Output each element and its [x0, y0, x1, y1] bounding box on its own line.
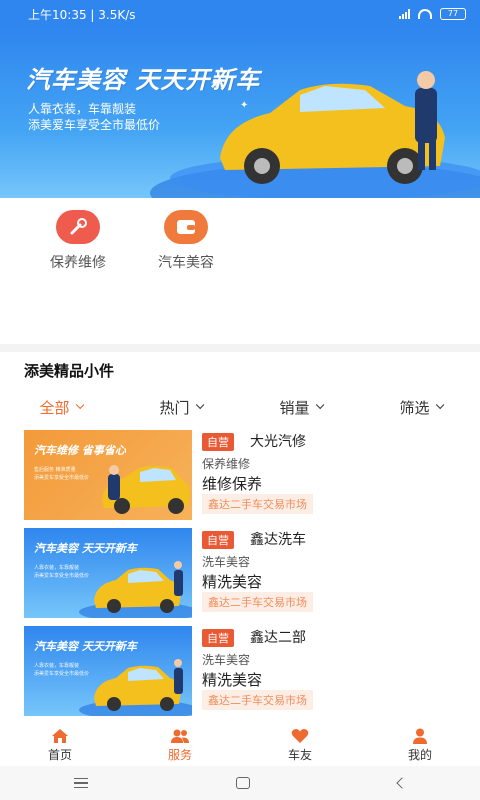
service-label: 汽车美容	[158, 255, 214, 271]
filter-screen[interactable]: 筛选	[360, 396, 480, 418]
self-operated-badge: 自营	[202, 433, 234, 451]
item-info: 自营 大光汽修 保养维修 维修保养 鑫达二手车交易市场	[202, 430, 462, 520]
users-icon	[171, 729, 189, 743]
item-category: 洗车美容	[202, 653, 251, 667]
banner-subtitle-1: 人靠衣装，车靠靓装	[28, 102, 137, 116]
menu-icon[interactable]	[74, 777, 88, 789]
service-shortcuts: 保养维修 汽车美容	[0, 198, 480, 344]
item-thumbnail: 汽车维修 省事省心 售后服务 精准质量 添美爱车享受全市最低价	[24, 430, 192, 520]
thumb-subtitle: 添美爱车享受全市最低价	[34, 475, 90, 481]
list-item[interactable]: 汽车美容 天天开新车 人靠衣装，车靠靓装 添美爱车享受全市最低价 自营 鑫达二部…	[24, 626, 464, 716]
chevron-down-icon	[435, 400, 444, 410]
service-name: 维修保养	[202, 475, 263, 493]
chevron-down-icon	[315, 400, 324, 410]
tab-home[interactable]: 首页	[0, 722, 120, 766]
person-icon	[413, 728, 427, 744]
shop-name: 大光汽修	[250, 434, 306, 450]
filter-hot[interactable]: 热门	[120, 396, 240, 418]
status-icons: 77	[399, 8, 466, 20]
status-time: 上午10:35 | 3.5K/s	[28, 7, 136, 22]
tab-mine[interactable]: 我的	[360, 722, 480, 766]
shop-name: 鑫达洗车	[250, 532, 306, 548]
address-badge: 鑫达二手车交易市场	[202, 592, 313, 612]
thumb-subtitle: 人靠衣装，车靠靓装	[34, 565, 80, 571]
back-icon[interactable]	[396, 777, 408, 789]
filter-label: 筛选	[399, 398, 430, 417]
item-info: 自营 鑫达洗车 洗车美容 精洗美容 鑫达二手车交易市场	[202, 528, 462, 618]
thumb-subtitle: 添美爱车享受全市最低价	[34, 671, 90, 677]
address-badge: 鑫达二手车交易市场	[202, 690, 313, 710]
tab-service[interactable]: 服务	[120, 722, 240, 766]
shop-name: 鑫达二部	[250, 630, 306, 646]
heart-icon	[291, 729, 309, 743]
banner-subtitle-2: 添美爱车享受全市最低价	[28, 118, 161, 132]
item-info: 自营 鑫达二部 洗车美容 精洗美容 鑫达二手车交易市场	[202, 626, 462, 716]
promo-banner[interactable]: ✦ ✦ 汽车美容 天天开新车 人靠衣装，车靠靓装 添美爱车享受全市最低价	[0, 28, 480, 198]
tab-label: 我的	[407, 748, 432, 762]
svg-text:✦: ✦	[240, 100, 248, 111]
status-bar: 上午10:35 | 3.5K/s 77	[0, 0, 480, 28]
wallet-icon	[164, 210, 208, 244]
item-thumbnail: 汽车美容 天天开新车 人靠衣装，车靠靓装 添美爱车享受全市最低价	[24, 626, 192, 716]
tab-label: 首页	[47, 748, 72, 762]
chevron-down-icon	[195, 400, 204, 410]
section-divider	[0, 344, 480, 352]
thumb-title: 汽车美容 天天开新车	[34, 542, 137, 555]
thumb-title: 汽车维修 省事省心	[34, 444, 126, 457]
item-category: 保养维修	[202, 457, 251, 471]
thumb-subtitle: 添美爱车享受全市最低价	[34, 573, 90, 579]
filter-bar: 全部 热门 销量 筛选	[0, 396, 480, 418]
address-badge: 鑫达二手车交易市场	[202, 494, 313, 514]
filter-label: 热门	[159, 398, 190, 417]
filter-label: 销量	[279, 398, 310, 417]
thumb-subtitle: 人靠衣装，车靠靓装	[34, 663, 80, 669]
list-item[interactable]: 汽车维修 省事省心 售后服务 精准质量 添美爱车享受全市最低价 自营 大光汽修 …	[24, 430, 464, 520]
wifi-icon	[418, 9, 432, 19]
system-nav-bar	[0, 766, 480, 800]
service-name: 精洗美容	[202, 573, 263, 591]
thumb-subtitle: 售后服务 精准质量	[34, 467, 76, 473]
item-thumbnail: 汽车美容 天天开新车 人靠衣装，车靠靓装 添美爱车享受全市最低价	[24, 528, 192, 618]
tab-label: 车友	[287, 748, 312, 762]
service-name: 精洗美容	[202, 671, 263, 689]
tab-friends[interactable]: 车友	[240, 722, 360, 766]
chevron-down-icon	[75, 400, 84, 410]
item-category: 洗车美容	[202, 555, 251, 569]
filter-all[interactable]: 全部	[0, 396, 120, 418]
service-maintenance[interactable]: 保养维修	[28, 210, 128, 272]
home-icon	[52, 729, 68, 743]
list-item[interactable]: 汽车美容 天天开新车 人靠衣装，车靠靓装 添美爱车享受全市最低价 自营 鑫达洗车…	[24, 528, 464, 618]
wrench-icon	[56, 210, 100, 244]
bottom-tab-bar: 首页 服务 车友 我的	[0, 722, 480, 766]
filter-sales[interactable]: 销量	[240, 396, 360, 418]
self-operated-badge: 自营	[202, 629, 234, 647]
battery-icon: 77	[440, 8, 466, 20]
tab-label: 服务	[167, 748, 192, 762]
service-label: 保养维修	[50, 255, 106, 271]
home-button-icon[interactable]	[236, 777, 250, 789]
self-operated-badge: 自营	[202, 531, 234, 549]
signal-icon	[399, 9, 410, 19]
service-beauty[interactable]: 汽车美容	[136, 210, 236, 272]
filter-label: 全部	[39, 398, 70, 417]
section-title: 添美精品小件	[24, 362, 115, 380]
thumb-title: 汽车美容 天天开新车	[34, 640, 137, 653]
banner-title: 汽车美容 天天开新车	[26, 66, 261, 94]
